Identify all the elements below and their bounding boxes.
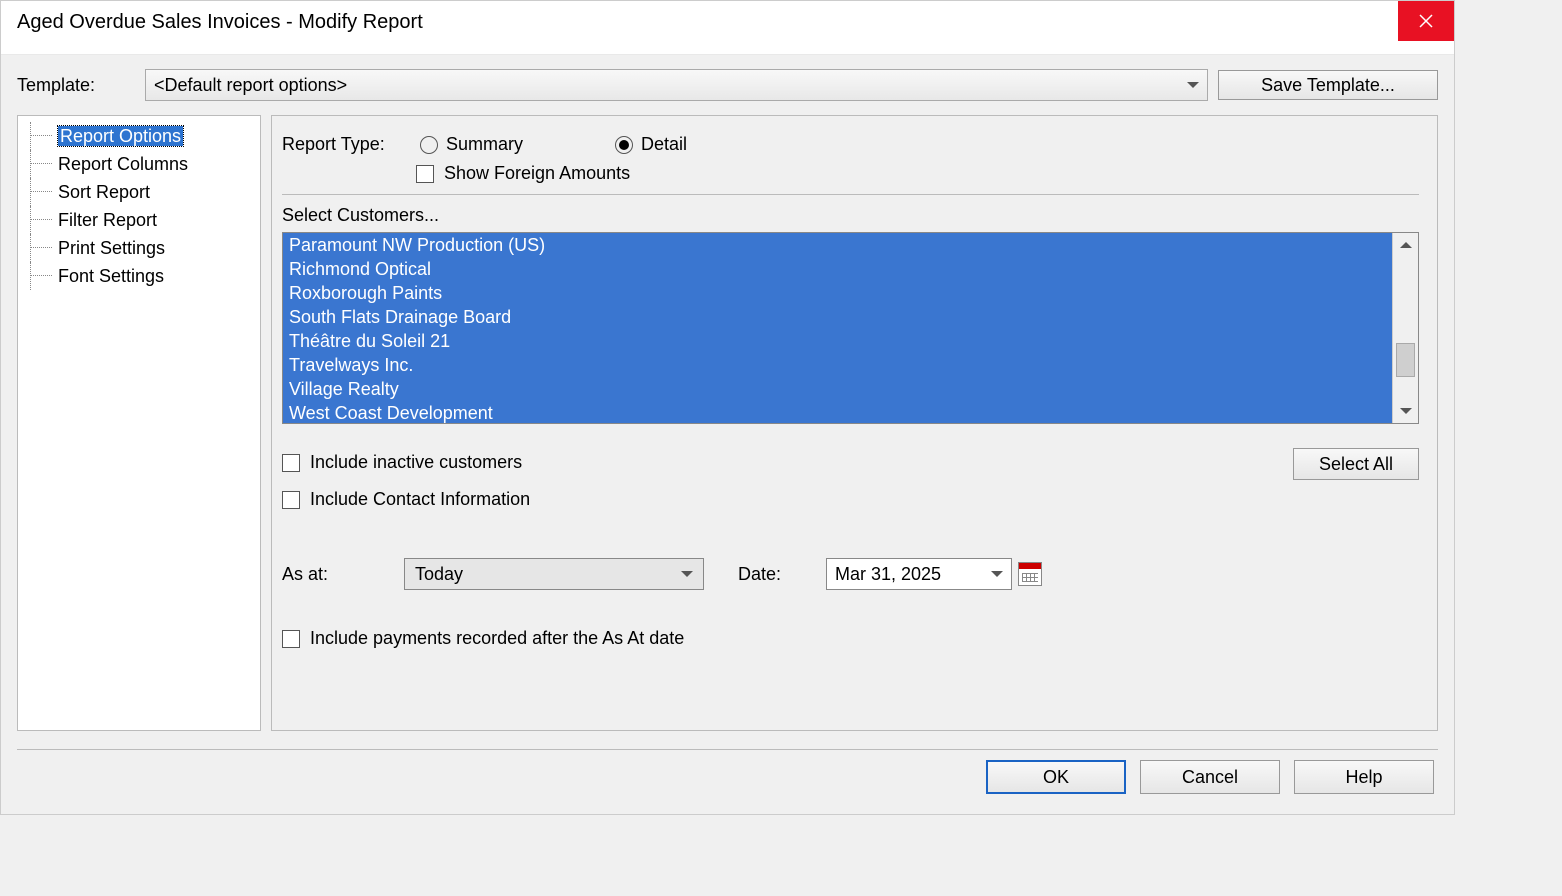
list-item[interactable]: Travelways Inc. bbox=[283, 353, 1392, 377]
template-select-value: <Default report options> bbox=[154, 75, 347, 96]
tree-item-filter-report[interactable]: Filter Report bbox=[24, 206, 254, 234]
tree-item-label: Report Columns bbox=[58, 154, 188, 174]
list-item[interactable]: Richmond Optical bbox=[283, 257, 1392, 281]
show-foreign-checkbox[interactable]: Show Foreign Amounts bbox=[416, 159, 1419, 188]
date-field-wrap: Mar 31, 2025 bbox=[826, 558, 1042, 590]
tree-item-sort-report[interactable]: Sort Report bbox=[24, 178, 254, 206]
cancel-button[interactable]: Cancel bbox=[1140, 760, 1280, 794]
as-at-row: As at: Today Date: Mar 31, 2025 bbox=[282, 558, 1419, 590]
arrow-up-icon bbox=[1400, 242, 1412, 248]
tree-item-label: Print Settings bbox=[58, 238, 165, 258]
content-area: Template: <Default report options> Save … bbox=[1, 55, 1454, 814]
ok-button[interactable]: OK bbox=[986, 760, 1126, 794]
date-label: Date: bbox=[738, 564, 800, 585]
tree-item-label: Filter Report bbox=[58, 210, 157, 230]
checkbox-icon bbox=[282, 491, 300, 509]
date-value: Mar 31, 2025 bbox=[835, 564, 941, 585]
template-select[interactable]: <Default report options> bbox=[145, 69, 1208, 101]
calendar-icon[interactable] bbox=[1018, 562, 1042, 586]
chevron-down-icon bbox=[991, 571, 1003, 577]
scrollbar[interactable] bbox=[1392, 233, 1418, 423]
close-button[interactable] bbox=[1398, 1, 1454, 41]
checkbox-icon bbox=[416, 165, 434, 183]
include-options: Include inactive customers Include Conta… bbox=[282, 448, 530, 514]
footer-divider bbox=[17, 749, 1438, 750]
body-row: Report Options Report Columns Sort Repor… bbox=[17, 115, 1438, 731]
as-at-value: Today bbox=[415, 564, 463, 585]
date-select[interactable]: Mar 31, 2025 bbox=[826, 558, 1012, 590]
divider bbox=[282, 194, 1419, 195]
select-all-button[interactable]: Select All bbox=[1293, 448, 1419, 480]
tree-item-label: Font Settings bbox=[58, 266, 164, 286]
tree-item-label: Sort Report bbox=[58, 182, 150, 202]
radio-detail[interactable]: Detail bbox=[615, 134, 687, 155]
template-label: Template: bbox=[17, 75, 135, 96]
show-foreign-label: Show Foreign Amounts bbox=[444, 163, 630, 184]
scroll-thumb[interactable] bbox=[1396, 343, 1415, 377]
report-type-row: Report Type: Summary Detail bbox=[282, 128, 1419, 159]
checkbox-icon bbox=[282, 630, 300, 648]
include-payments-checkbox[interactable]: Include payments recorded after the As A… bbox=[282, 624, 1419, 653]
scroll-track[interactable] bbox=[1393, 257, 1418, 399]
close-icon bbox=[1418, 13, 1434, 29]
include-contact-label: Include Contact Information bbox=[310, 489, 530, 510]
list-item[interactable]: Théâtre du Soleil 21 bbox=[283, 329, 1392, 353]
help-button[interactable]: Help bbox=[1294, 760, 1434, 794]
chevron-down-icon bbox=[1187, 82, 1199, 88]
select-customers-label: Select Customers... bbox=[282, 205, 1419, 226]
radio-detail-label: Detail bbox=[641, 134, 687, 155]
report-type-label: Report Type: bbox=[282, 134, 416, 155]
main-panel: Report Type: Summary Detail Show Foreign… bbox=[271, 115, 1438, 731]
list-item[interactable]: Paramount NW Production (US) bbox=[283, 233, 1392, 257]
tree-item-label: Report Options bbox=[58, 126, 183, 146]
tree-item-font-settings[interactable]: Font Settings bbox=[24, 262, 254, 290]
include-inactive-checkbox[interactable]: Include inactive customers bbox=[282, 448, 530, 477]
window-title: Aged Overdue Sales Invoices - Modify Rep… bbox=[1, 1, 439, 34]
radio-icon bbox=[420, 136, 438, 154]
include-inactive-label: Include inactive customers bbox=[310, 452, 522, 473]
as-at-select[interactable]: Today bbox=[404, 558, 704, 590]
nav-tree: Report Options Report Columns Sort Repor… bbox=[17, 115, 261, 731]
after-list-row: Include inactive customers Include Conta… bbox=[282, 448, 1419, 514]
save-template-button[interactable]: Save Template... bbox=[1218, 70, 1438, 100]
template-row: Template: <Default report options> Save … bbox=[17, 69, 1438, 101]
list-item[interactable]: South Flats Drainage Board bbox=[283, 305, 1392, 329]
radio-summary-label: Summary bbox=[446, 134, 523, 155]
footer-buttons: OK Cancel Help bbox=[17, 760, 1438, 806]
dialog-window: Aged Overdue Sales Invoices - Modify Rep… bbox=[0, 0, 1455, 815]
scroll-up-button[interactable] bbox=[1393, 233, 1418, 257]
checkbox-icon bbox=[282, 454, 300, 472]
customers-list-content: Paramount NW Production (US) Richmond Op… bbox=[283, 233, 1392, 423]
include-payments-label: Include payments recorded after the As A… bbox=[310, 628, 684, 649]
as-at-label: As at: bbox=[282, 564, 378, 585]
include-contact-checkbox[interactable]: Include Contact Information bbox=[282, 485, 530, 514]
tree-item-print-settings[interactable]: Print Settings bbox=[24, 234, 254, 262]
customers-listbox[interactable]: Paramount NW Production (US) Richmond Op… bbox=[282, 232, 1419, 424]
list-item[interactable]: Village Realty bbox=[283, 377, 1392, 401]
list-item[interactable]: Roxborough Paints bbox=[283, 281, 1392, 305]
list-item[interactable]: West Coast Development bbox=[283, 401, 1392, 423]
radio-summary[interactable]: Summary bbox=[420, 134, 523, 155]
chevron-down-icon bbox=[681, 571, 693, 577]
tree-item-report-options[interactable]: Report Options bbox=[24, 122, 254, 150]
titlebar: Aged Overdue Sales Invoices - Modify Rep… bbox=[1, 1, 1454, 55]
arrow-down-icon bbox=[1400, 408, 1412, 414]
tree-item-report-columns[interactable]: Report Columns bbox=[24, 150, 254, 178]
scroll-down-button[interactable] bbox=[1393, 399, 1418, 423]
radio-icon bbox=[615, 136, 633, 154]
